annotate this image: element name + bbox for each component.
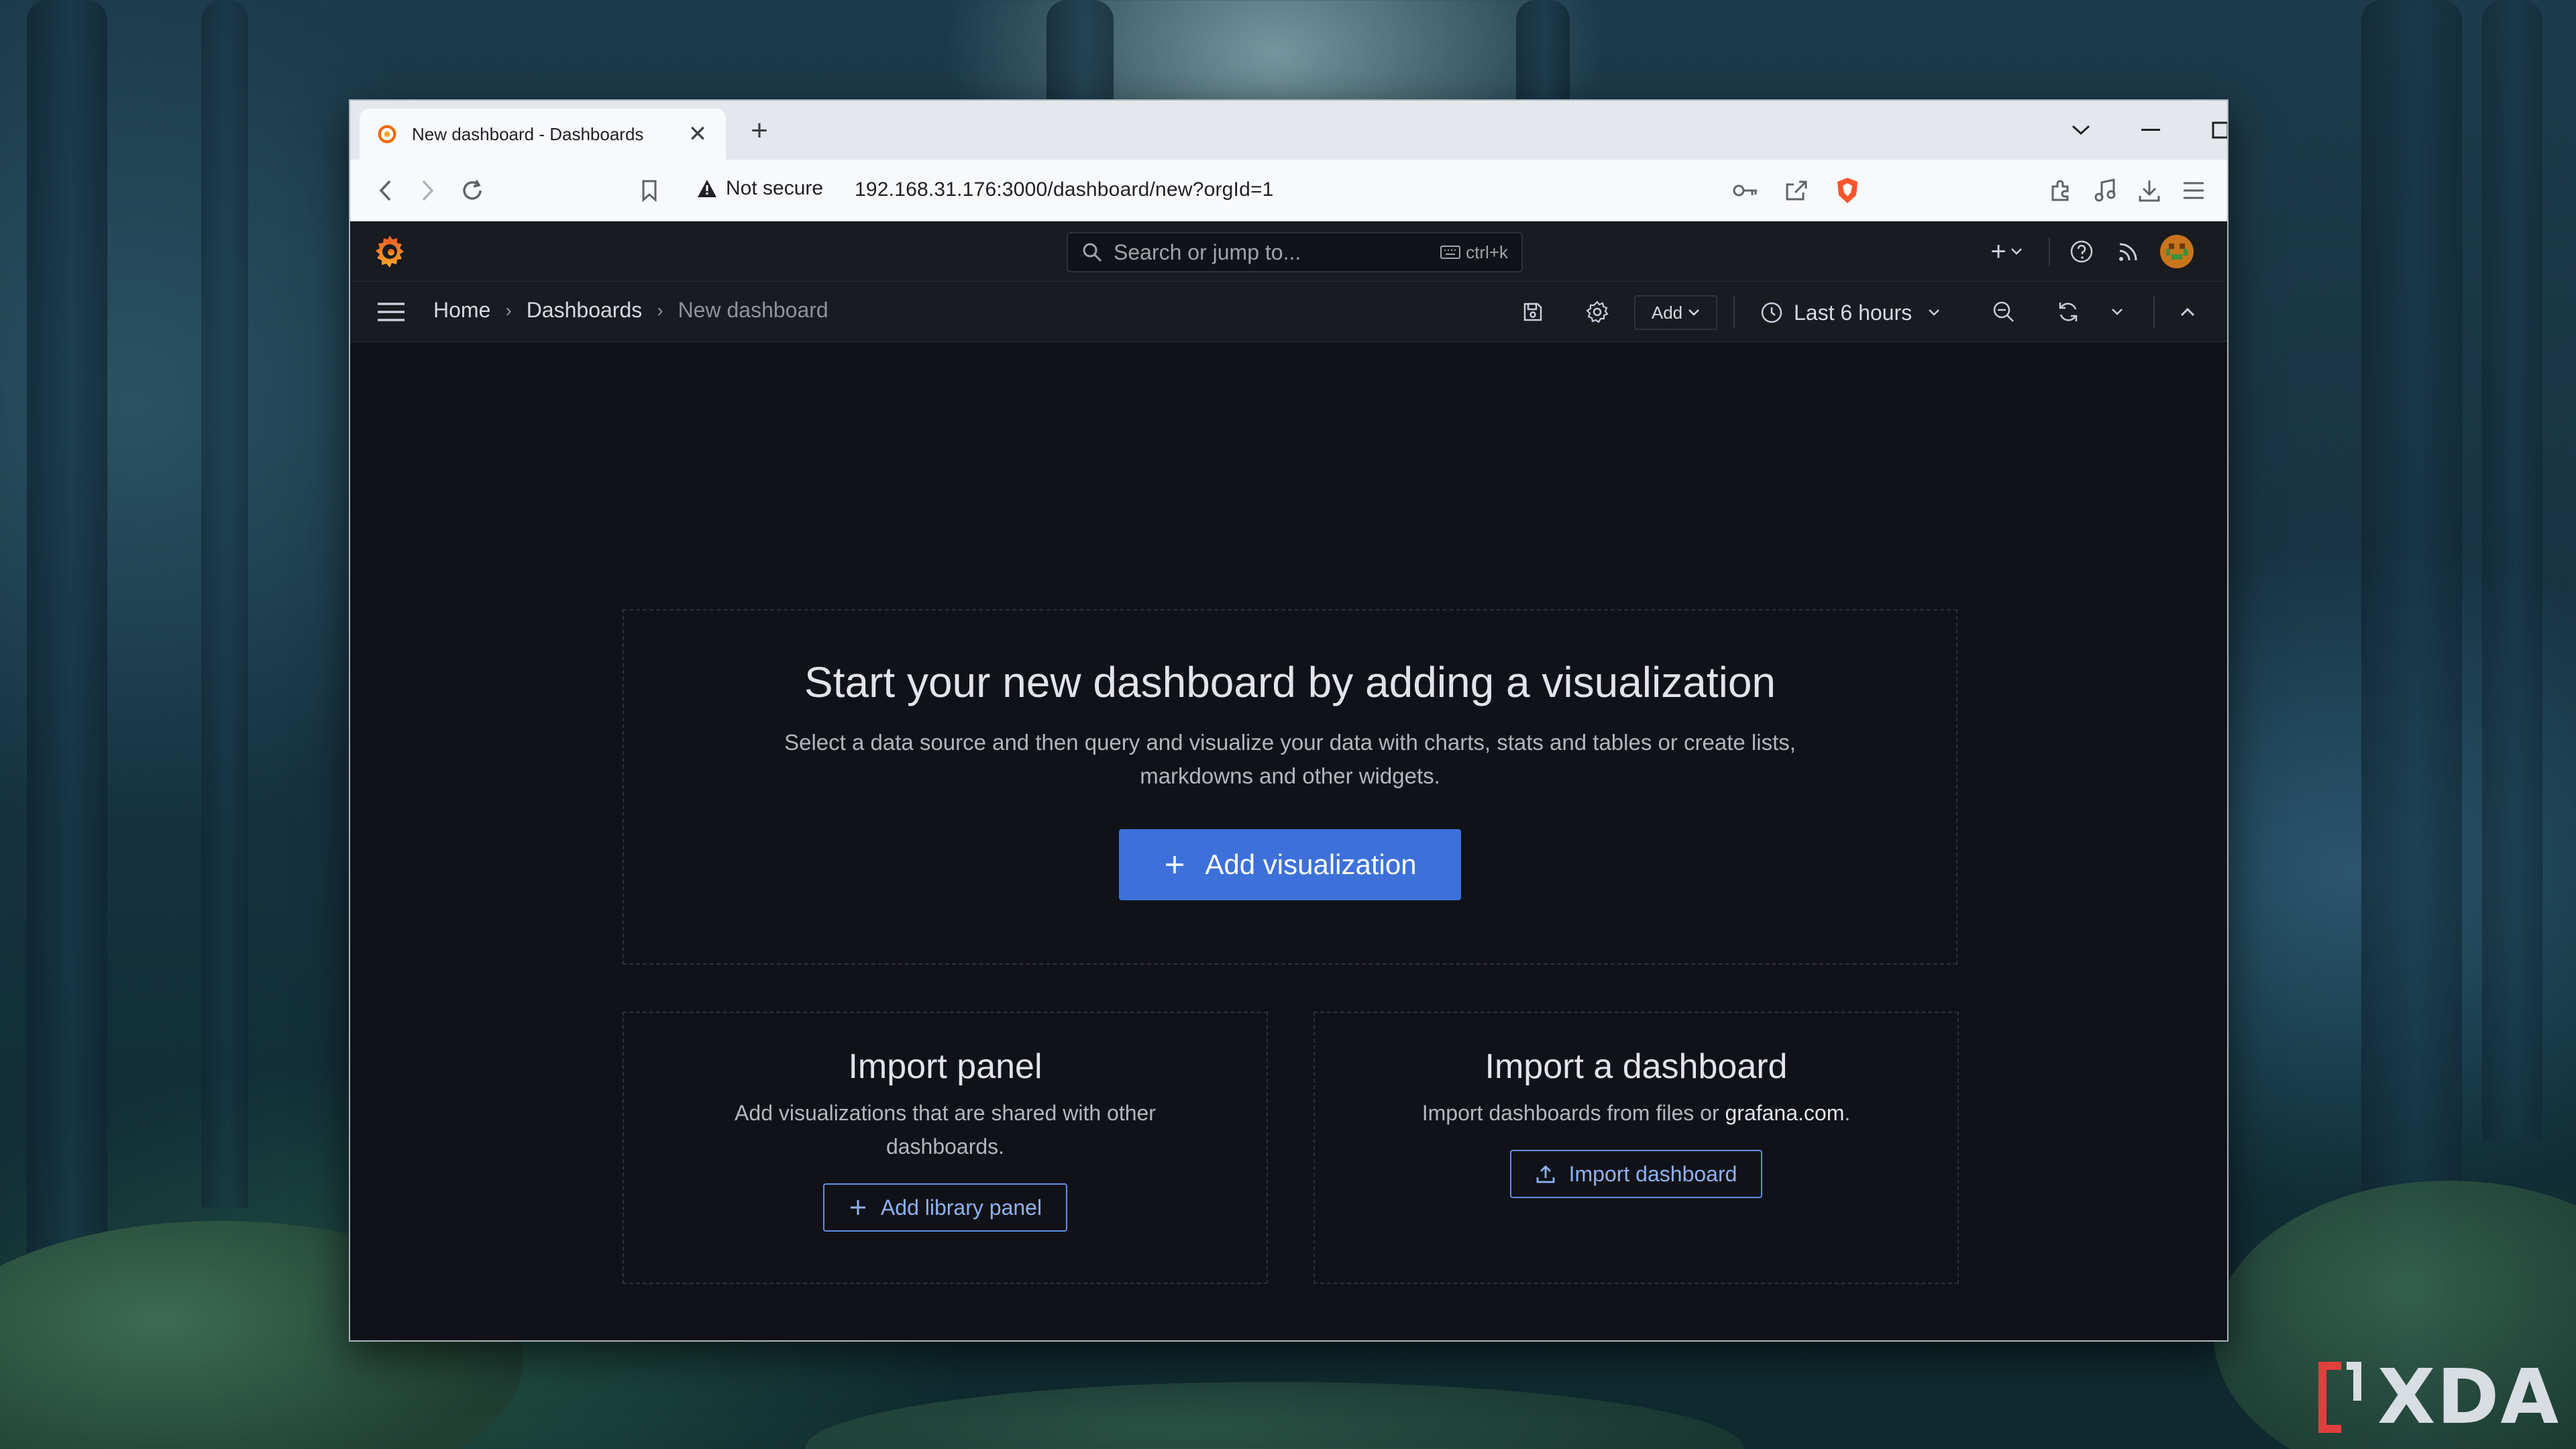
grafana-com-link[interactable]: grafana.com bbox=[1725, 1101, 1844, 1125]
xda-bracket-logo-icon bbox=[2318, 1362, 2361, 1433]
import-dashboard-description-suffix: . bbox=[1844, 1101, 1851, 1125]
import-panel-card: Import panel Add visualizations that are… bbox=[623, 1012, 1268, 1284]
import-panel-title: Import panel bbox=[848, 1047, 1042, 1086]
maximize-icon[interactable] bbox=[2194, 110, 2227, 150]
add-dropdown-button[interactable]: Add bbox=[1634, 295, 1717, 330]
breadcrumb: Home › Dashboards › New dashboard bbox=[433, 298, 828, 323]
xda-watermark: XDA bbox=[2314, 1354, 2560, 1441]
brave-shield-icon[interactable] bbox=[1830, 173, 1865, 208]
plus-icon bbox=[1166, 856, 1184, 873]
browser-window: New dashboard - Dashboards ✕ + ⌄ ✕ bbox=[349, 99, 2229, 1342]
import-dashboard-description: Import dashboards from files or grafana.… bbox=[1388, 1096, 1884, 1130]
new-menu-button[interactable]: + bbox=[1976, 235, 2037, 268]
browser-tab[interactable]: New dashboard - Dashboards ✕ bbox=[360, 109, 726, 160]
dashboard-empty-state: Start your new dashboard by adding a vis… bbox=[350, 342, 2227, 1340]
upload-icon bbox=[1536, 1165, 1554, 1183]
grafana-favicon-icon bbox=[378, 125, 396, 144]
import-dashboard-card: Import a dashboard Import dashboards fro… bbox=[1313, 1012, 1959, 1284]
shortcut-label: ctrl+k bbox=[1466, 241, 1508, 262]
hero-description: Select a data source and then query and … bbox=[753, 726, 1827, 793]
add-button-label: Add bbox=[1651, 302, 1683, 323]
add-visualization-card: Start your new dashboard by adding a vis… bbox=[623, 609, 1957, 965]
extensions-icon[interactable] bbox=[2043, 173, 2078, 208]
help-icon[interactable] bbox=[2065, 235, 2098, 268]
news-feed-icon[interactable] bbox=[2112, 235, 2145, 268]
collapse-header-chevron-up-icon[interactable] bbox=[2171, 297, 2204, 327]
search-input[interactable]: Search or jump to... ctrl+k bbox=[1067, 232, 1523, 272]
plus-icon bbox=[850, 1200, 865, 1215]
tab-close-icon[interactable]: ✕ bbox=[686, 121, 710, 148]
grafana-logo-icon[interactable] bbox=[370, 232, 409, 271]
minimize-icon[interactable] bbox=[2124, 110, 2178, 150]
warning-icon bbox=[698, 180, 716, 197]
share-icon[interactable] bbox=[1779, 173, 1814, 208]
back-icon[interactable] bbox=[368, 173, 402, 208]
search-placeholder: Search or jump to... bbox=[1114, 239, 1301, 264]
dashboard-settings-gear-icon[interactable] bbox=[1582, 297, 1613, 327]
user-avatar[interactable] bbox=[2159, 233, 2195, 270]
import-dashboard-description-prefix: Import dashboards from files or bbox=[1421, 1101, 1725, 1125]
breadcrumb-separator-icon: › bbox=[657, 299, 663, 321]
time-range-label: Last 6 hours bbox=[1794, 300, 1913, 325]
key-icon[interactable] bbox=[1728, 173, 1763, 208]
tab-list-icon[interactable] bbox=[2054, 110, 2108, 150]
grafana-top-bar: Search or jump to... ctrl+k + bbox=[350, 221, 2227, 282]
hero-description-line-2: markdowns and other widgets. bbox=[1140, 763, 1440, 788]
add-visualization-label: Add visualization bbox=[1205, 849, 1417, 880]
browser-menu-icon[interactable] bbox=[2176, 173, 2211, 208]
breadcrumb-dashboards[interactable]: Dashboards bbox=[527, 298, 643, 323]
keyboard-icon bbox=[1440, 246, 1461, 259]
chevron-down-icon bbox=[1688, 309, 1700, 316]
bookmark-icon[interactable] bbox=[632, 173, 667, 208]
breadcrumb-separator-icon: › bbox=[505, 299, 512, 321]
breadcrumb-home[interactable]: Home bbox=[433, 298, 490, 323]
clock-icon bbox=[1761, 302, 1782, 323]
chevron-down-icon bbox=[1929, 309, 1939, 316]
refresh-interval-chevron-icon[interactable] bbox=[2104, 297, 2131, 327]
plus-icon: + bbox=[1990, 236, 2006, 266]
import-dashboard-button[interactable]: Import dashboard bbox=[1509, 1150, 1763, 1198]
search-shortcut: ctrl+k bbox=[1440, 242, 1508, 263]
xda-watermark-text: XDA bbox=[2377, 1354, 2560, 1441]
tab-title: New dashboard - Dashboards bbox=[412, 123, 644, 144]
chevron-down-icon bbox=[2010, 248, 2022, 255]
zoom-out-icon[interactable] bbox=[1987, 297, 2021, 327]
save-dashboard-icon[interactable] bbox=[1517, 297, 1548, 327]
breadcrumb-current: New dashboard bbox=[678, 298, 828, 322]
download-icon[interactable] bbox=[2132, 173, 2167, 208]
hero-title: Start your new dashboard by adding a vis… bbox=[804, 658, 1776, 706]
media-icon[interactable] bbox=[2088, 173, 2123, 208]
import-panel-description: Add visualizations that are shared with … bbox=[735, 1101, 1156, 1159]
not-secure-label: Not secure bbox=[726, 177, 824, 199]
menu-toggle-icon[interactable] bbox=[374, 297, 408, 327]
tab-strip: New dashboard - Dashboards ✕ + ⌄ ✕ bbox=[350, 101, 2227, 160]
add-visualization-button[interactable]: Add visualization bbox=[1119, 829, 1461, 900]
reload-icon[interactable] bbox=[455, 173, 490, 208]
import-dashboard-title: Import a dashboard bbox=[1485, 1047, 1788, 1086]
browser-toolbar: Not secure 192.168.31.176:3000/dashboard… bbox=[350, 160, 2227, 221]
add-library-panel-label: Add library panel bbox=[880, 1195, 1042, 1220]
add-library-panel-button[interactable]: Add library panel bbox=[822, 1183, 1068, 1232]
grafana-nav-bar: Home › Dashboards › New dashboard Add La… bbox=[350, 282, 2227, 342]
hero-description-line-1: Select a data source and then query and … bbox=[784, 730, 1796, 755]
forward-icon[interactable] bbox=[411, 173, 445, 208]
time-range-picker[interactable]: Last 6 hours bbox=[1760, 295, 1940, 330]
refresh-icon[interactable] bbox=[2051, 297, 2085, 327]
new-tab-icon[interactable]: + bbox=[739, 114, 780, 148]
address-bar-url[interactable]: 192.168.31.176:3000/dashboard/new?orgId=… bbox=[855, 178, 1274, 201]
security-indicator[interactable]: Not secure bbox=[696, 177, 823, 200]
import-dashboard-label: Import dashboard bbox=[1568, 1161, 1737, 1186]
search-icon bbox=[1083, 243, 1102, 262]
